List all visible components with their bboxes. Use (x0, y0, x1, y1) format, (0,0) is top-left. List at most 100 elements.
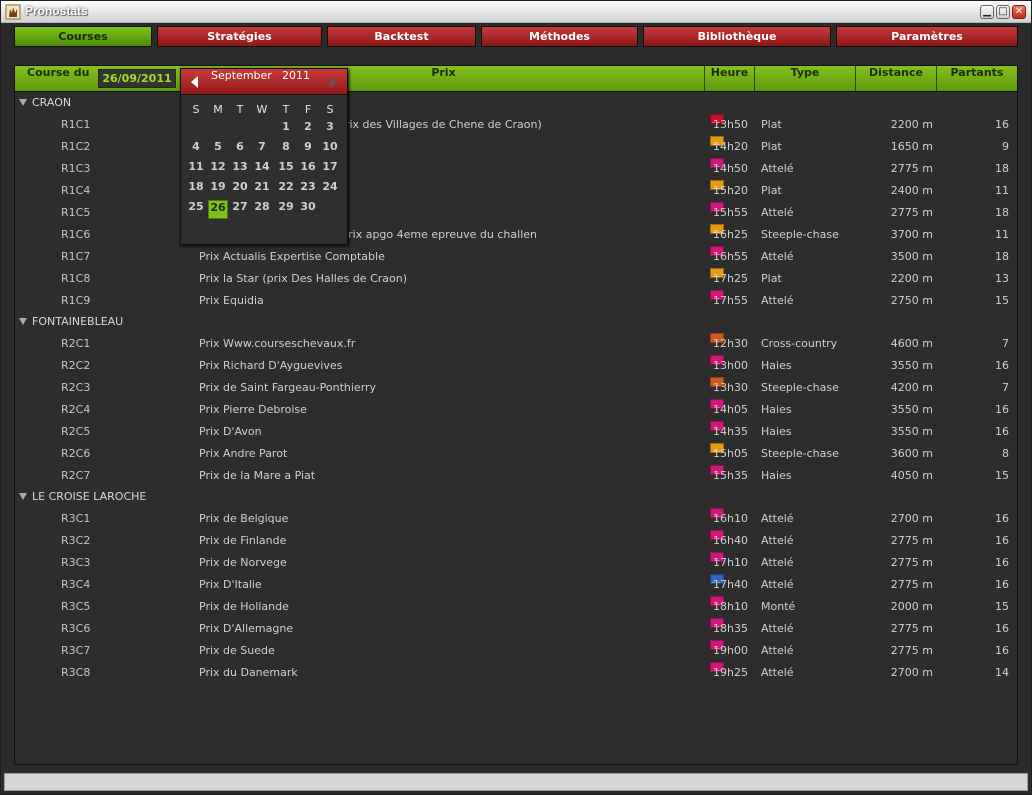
collapse-triangle-icon[interactable] (19, 493, 27, 500)
race-row[interactable]: R2C4Prix Pierre DebroiseSCT3M14h05Haies3… (15, 399, 1017, 421)
race-row[interactable]: R3C7Prix de SuedeSCT3M19h00Attelé2775 m1… (15, 640, 1017, 662)
race-name: Prix D'Allemagne (199, 622, 294, 635)
calendar-day[interactable]: 21 (252, 180, 272, 199)
race-row[interactable]: R1C8 Prix la Star (prix Des Halles de Cra… (15, 268, 1017, 290)
calendar-day[interactable]: 11 (186, 160, 206, 179)
column-header-partants[interactable]: Partants (936, 66, 1017, 91)
tab-bibliotheque[interactable]: Bibliothèque (643, 26, 831, 47)
calendar-day[interactable]: 25 (186, 200, 206, 219)
weekday-header: W (256, 103, 268, 116)
race-runners: 16 (995, 644, 1009, 657)
calendar-day[interactable]: 3 (320, 120, 340, 139)
collapse-triangle-icon[interactable] (19, 99, 27, 106)
race-code: R1C5 (61, 206, 91, 219)
calendar-day[interactable]: 18 (186, 180, 206, 199)
minimize-button[interactable]: ▁ (980, 5, 994, 19)
tab-courses[interactable]: Courses (14, 26, 152, 47)
race-distance: 2700 m (890, 512, 933, 525)
calendar-day[interactable]: 1 (276, 120, 296, 139)
calendar-day[interactable]: 9 (298, 140, 318, 159)
calendar-day[interactable]: 20 (230, 180, 250, 199)
calendar-day[interactable]: 2 (298, 120, 318, 139)
race-row[interactable]: R2C1Prix Www.courseschevaux.frSC12h30Cro… (15, 333, 1017, 355)
calendar-day[interactable]: 13 (230, 160, 250, 179)
race-row[interactable]: R3C6Prix D'AllemagneSCT3M18h35Attelé2775… (15, 618, 1017, 640)
race-row[interactable]: R1C9Prix EquidiaSCT3M17h55Attelé2750 m15 (15, 290, 1017, 312)
race-row[interactable]: R1C3SCT3M14h50Attelé2775 m18 (15, 158, 1017, 180)
column-header-distance[interactable]: Distance (855, 66, 936, 91)
race-row[interactable]: R2C6Prix Andre ParotSCT315h05Steeple-cha… (15, 443, 1017, 465)
maximize-button[interactable]: □ (996, 5, 1010, 19)
race-row[interactable]: R1C6 Prix de la Ville de Craon - prix apg… (15, 224, 1017, 246)
race-row[interactable]: R3C2Prix de FinlandeSCT3M16h40Attelé2775… (15, 530, 1017, 552)
race-distance: 2775 m (890, 534, 933, 547)
calendar-day[interactable]: 7 (252, 140, 272, 159)
calendar-day[interactable]: 29 (276, 200, 296, 219)
race-type: Attelé (761, 534, 794, 547)
calendar-day[interactable]: 10 (320, 140, 340, 159)
close-button[interactable]: ✕ (1012, 5, 1026, 19)
collapse-triangle-icon[interactable] (19, 318, 27, 325)
tab-parametres[interactable]: Paramètres (836, 26, 1018, 47)
calendar-day[interactable]: 28 (252, 200, 272, 219)
next-month-arrow-icon[interactable] (330, 76, 337, 88)
tab-methodes[interactable]: Méthodes (481, 26, 638, 47)
race-row[interactable]: R2C5Prix D'AvonSCT3M14h35Haies3550 m16 (15, 421, 1017, 443)
calendar-day[interactable]: 4 (186, 140, 206, 159)
calendar-day[interactable]: 30 (298, 200, 318, 219)
calendar-day[interactable]: 5 (208, 140, 228, 159)
calendar-day[interactable]: 19 (208, 180, 228, 199)
race-row[interactable]: R2C7Prix de la Mare a PiatSCT3M15h35Haie… (15, 465, 1017, 487)
column-header-heure[interactable]: Heure (704, 66, 754, 91)
racecourse-group-header[interactable]: LE CROISE LAROCHE (19, 487, 146, 507)
race-row[interactable]: R1C2SCT314h20Plat1650 m9 (15, 136, 1017, 158)
race-row[interactable]: R1C4SCT315h20Plat2400 m11 (15, 180, 1017, 202)
race-row[interactable]: R1C7Prix Actualis Expertise ComptableSCT… (15, 246, 1017, 268)
racecourse-group-header[interactable]: FONTAINEBLEAU (19, 312, 123, 332)
column-header-type[interactable]: Type (754, 66, 855, 91)
race-row[interactable]: R3C1Prix de BelgiqueSCT3M16h10Attelé2700… (15, 508, 1017, 530)
race-code: R1C2 (61, 140, 91, 153)
racecourse-group-header[interactable]: CRAON (19, 93, 71, 113)
race-row[interactable]: R3C5Prix de HollandeSCT3M18h10Monté2000 … (15, 596, 1017, 618)
race-row[interactable]: R3C8Prix du DanemarkSCT3M19h25Attelé2700… (15, 662, 1017, 684)
race-row[interactable]: R2C3Prix de Saint Fargeau-PonthierrySC13… (15, 377, 1017, 399)
calendar-day[interactable]: 15 (276, 160, 296, 179)
calendar-day[interactable]: 17 (320, 160, 340, 179)
course-date-label: Course du (27, 66, 90, 79)
race-row[interactable]: R2C2Prix Richard D'AyguevivesSCT3M13h00H… (15, 355, 1017, 377)
race-runners: 16 (995, 578, 1009, 591)
calendar-day[interactable]: 24 (320, 180, 340, 199)
window-title: Pronostats (25, 4, 88, 18)
tab-strategies[interactable]: Stratégies (157, 26, 322, 47)
calendar-day[interactable]: 6 (230, 140, 250, 159)
race-row[interactable]: R1C5SCT3M15h55Attelé2775 m18 (15, 202, 1017, 224)
race-code: R1C1 (61, 118, 91, 131)
calendar-day[interactable]: 22 (276, 180, 296, 199)
race-name: Prix de Finlande (199, 534, 287, 547)
race-distance: 3600 m (890, 447, 933, 460)
race-code: R3C3 (61, 556, 91, 569)
race-time: 12h30 (713, 337, 748, 350)
race-type: Haies (761, 425, 792, 438)
calendar-day[interactable]: 23 (298, 180, 318, 199)
race-code: R3C2 (61, 534, 91, 547)
calendar-day[interactable]: 27 (230, 200, 250, 219)
race-name: Prix de Norvege (199, 556, 287, 569)
calendar-day[interactable]: 12 (208, 160, 228, 179)
title-bar[interactable]: Pronostats ▁ □ ✕ (1, 1, 1031, 23)
course-date-field[interactable]: 26/09/2011 (98, 69, 176, 88)
calendar-day[interactable]: 16 (298, 160, 318, 179)
calendar-day[interactable]: 14 (252, 160, 272, 179)
race-row[interactable]: R1C1 Prix de la Ville de Craon (prix des … (15, 114, 1017, 136)
tab-backtest[interactable]: Backtest (327, 26, 476, 47)
race-code: R3C1 (61, 512, 91, 525)
race-row[interactable]: R3C3Prix de NorvegeSCT3M17h10Attelé2775 … (15, 552, 1017, 574)
race-type: Haies (761, 359, 792, 372)
calendar-day[interactable]: 8 (276, 140, 296, 159)
calendar-day-selected[interactable]: 26 (208, 200, 228, 219)
race-row[interactable]: R3C4Prix D'ItalieSCT3MQ4⁺17h40Attelé2775… (15, 574, 1017, 596)
race-name: Prix Equidia (199, 294, 264, 307)
race-time: 13h50 (713, 118, 748, 131)
previous-month-arrow-icon[interactable] (191, 76, 198, 88)
